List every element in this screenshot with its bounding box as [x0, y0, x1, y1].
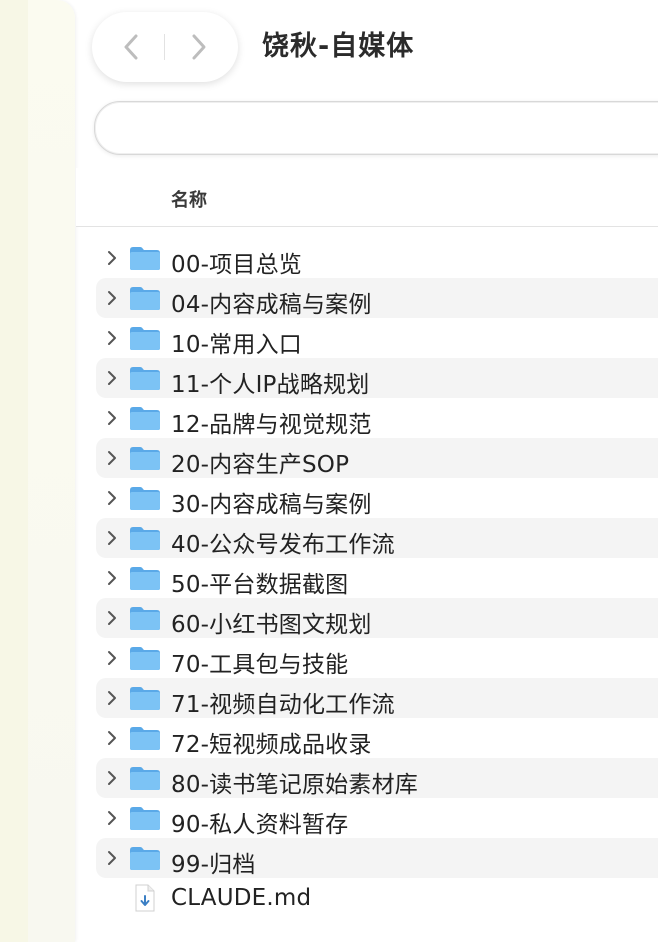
disclosure-chevron-icon[interactable] [104, 409, 120, 427]
folder-icon [130, 847, 160, 870]
folder-icon [130, 287, 160, 310]
folder-icon [130, 567, 160, 590]
folder-name: 90-私人资料暂存 [171, 812, 349, 838]
folder-name: 20-内容生产SOP [171, 452, 350, 478]
folder-row[interactable]: 50-平台数据截图 [96, 558, 658, 598]
folder-row[interactable]: 70-工具包与技能 [96, 638, 658, 678]
folder-name: 11-个人IP战略规划 [171, 372, 370, 398]
disclosure-chevron-icon[interactable] [104, 489, 120, 507]
folder-icon [130, 327, 160, 350]
navigation-divider [164, 34, 165, 60]
folder-icon [130, 767, 160, 790]
folder-row[interactable]: 90-私人资料暂存 [96, 798, 658, 838]
folder-row[interactable]: 12-品牌与视觉规范 [96, 398, 658, 438]
folder-icon [130, 407, 160, 430]
disclosure-chevron-icon[interactable] [104, 449, 120, 467]
folder-name: 60-小红书图文规划 [171, 612, 372, 638]
folder-name: 71-视频自动化工作流 [171, 692, 395, 718]
forward-button[interactable] [166, 12, 230, 82]
folder-row[interactable]: 72-短视频成品收录 [96, 718, 658, 758]
folder-name: 30-内容成稿与案例 [171, 492, 372, 518]
folder-row[interactable]: 10-常用入口 [96, 318, 658, 358]
folder-name: 12-品牌与视觉规范 [171, 412, 372, 438]
folder-name: 99-归档 [171, 852, 256, 878]
folder-row[interactable]: 60-小红书图文规划 [96, 598, 658, 638]
folder-icon [130, 727, 160, 750]
folder-name: 70-工具包与技能 [171, 652, 349, 678]
folder-row[interactable]: 40-公众号发布工作流 [96, 518, 658, 558]
folder-icon [130, 527, 160, 550]
file-list: 00-项目总览 04-内容成稿与案例 10-常用入口 11-个人IP战略规划 12-品牌… [96, 238, 658, 918]
folder-icon [130, 367, 160, 390]
disclosure-chevron-icon[interactable] [104, 809, 120, 827]
folder-name: 50-平台数据截图 [171, 572, 349, 598]
folder-row[interactable]: 04-内容成稿与案例 [96, 278, 658, 318]
folder-row[interactable]: 30-内容成稿与案例 [96, 478, 658, 518]
folder-icon [130, 647, 160, 670]
disclosure-chevron-icon[interactable] [104, 649, 120, 667]
disclosure-chevron-icon[interactable] [104, 769, 120, 787]
folder-name: 00-项目总览 [171, 252, 302, 278]
file-row[interactable]: CLAUDE.md [96, 878, 658, 918]
folder-name: 80-读书笔记原始素材库 [171, 772, 418, 798]
disclosure-chevron-icon[interactable] [104, 329, 120, 347]
back-button[interactable] [100, 12, 164, 82]
folder-icon [130, 447, 160, 470]
markdown-file-icon [135, 884, 155, 912]
chevron-left-icon [124, 34, 138, 60]
folder-icon [130, 487, 160, 510]
folder-name: 04-内容成稿与案例 [171, 292, 372, 318]
sidebar-edge [0, 0, 28, 942]
folder-name: 10-常用入口 [171, 332, 302, 358]
folder-row[interactable]: 11-个人IP战略规划 [96, 358, 658, 398]
navigation-controls [92, 12, 238, 82]
disclosure-chevron-icon[interactable] [104, 569, 120, 587]
chevron-right-icon [192, 34, 206, 60]
folder-icon [130, 687, 160, 710]
folder-name: 72-短视频成品收录 [171, 732, 372, 758]
folder-row[interactable]: 00-项目总览 [96, 238, 658, 278]
disclosure-chevron-icon[interactable] [104, 729, 120, 747]
disclosure-chevron-icon[interactable] [104, 289, 120, 307]
finder-window: 饶秋-自媒体 名称 00-项目总览 04-内容成稿与案例 10-常用入口 11-个人I… [0, 0, 658, 942]
disclosure-chevron-icon[interactable] [104, 689, 120, 707]
folder-row[interactable]: 20-内容生产SOP [96, 438, 658, 478]
folder-icon [130, 807, 160, 830]
folder-icon [130, 607, 160, 630]
folder-row[interactable]: 71-视频自动化工作流 [96, 678, 658, 718]
folder-name: 40-公众号发布工作流 [171, 532, 395, 558]
name-column-header[interactable]: 名称 [171, 186, 207, 212]
window-title: 饶秋-自媒体 [262, 31, 415, 62]
disclosure-chevron-icon[interactable] [104, 369, 120, 387]
disclosure-chevron-icon[interactable] [104, 609, 120, 627]
folder-row[interactable]: 99-归档 [96, 838, 658, 878]
disclosure-chevron-icon[interactable] [104, 529, 120, 547]
file-name: CLAUDE.md [171, 885, 312, 911]
folder-icon [130, 247, 160, 270]
folder-row[interactable]: 80-读书笔记原始素材库 [96, 758, 658, 798]
disclosure-chevron-icon[interactable] [104, 849, 120, 867]
column-header[interactable]: 名称 [76, 168, 658, 227]
disclosure-chevron-icon[interactable] [104, 249, 120, 267]
search-input[interactable] [94, 101, 658, 155]
sidebar [0, 0, 75, 942]
